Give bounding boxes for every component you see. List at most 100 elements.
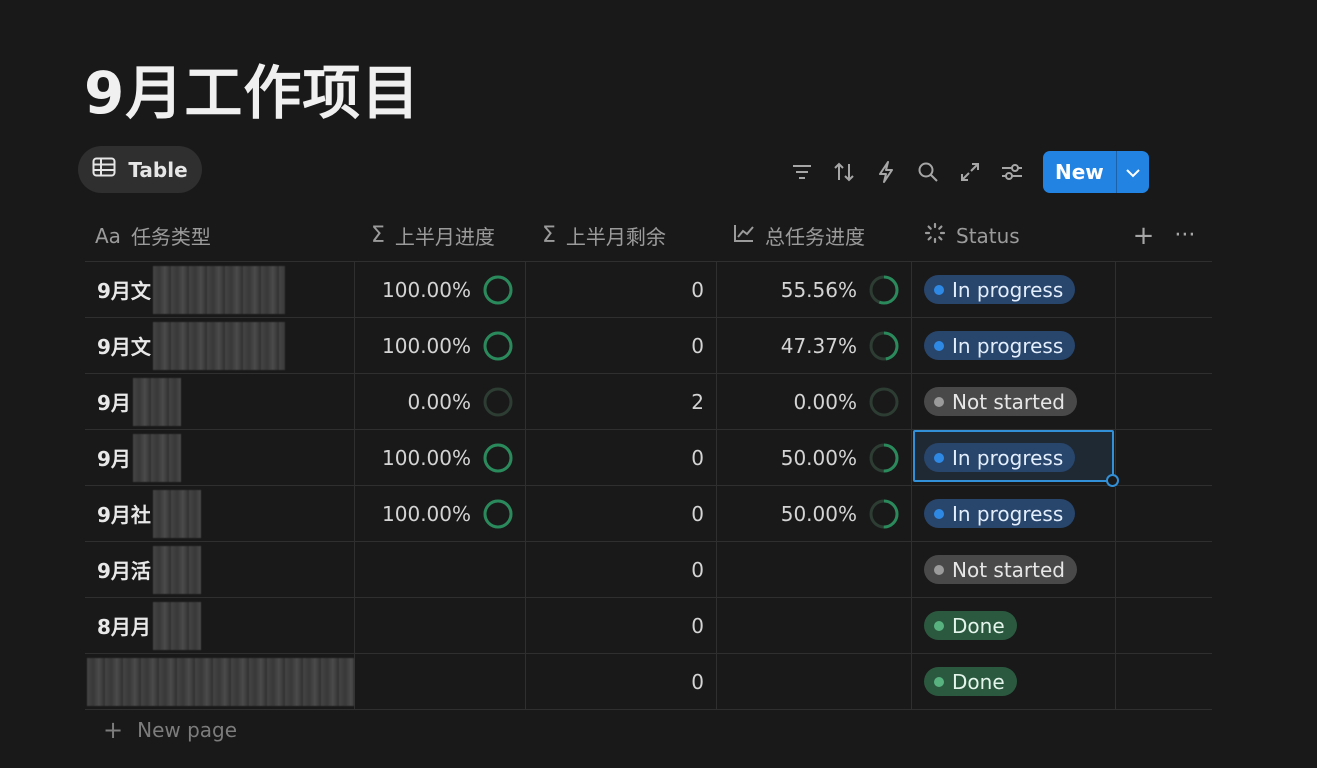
status-badge[interactable]: In progress — [924, 275, 1076, 304]
first-half-remaining-cell[interactable]: 2 — [526, 374, 717, 429]
add-property-icon[interactable]: + — [1133, 221, 1155, 251]
first-half-progress-cell[interactable]: 100.00% — [355, 430, 526, 485]
status-dot-icon — [934, 284, 944, 295]
progress-ring-icon — [483, 499, 513, 528]
empty-cell — [1116, 262, 1212, 317]
column-header-task-type[interactable]: Aa 任务类型 — [85, 210, 355, 261]
status-label: Done — [952, 613, 1005, 638]
task-name-cell[interactable]: 9月文 — [85, 262, 355, 317]
status-cell[interactable]: In progress — [912, 262, 1116, 317]
total-progress-cell[interactable]: 47.37% — [717, 318, 912, 373]
settings-icon[interactable] — [991, 151, 1033, 193]
new-button[interactable]: New — [1043, 151, 1116, 193]
status-badge[interactable]: In progress — [924, 331, 1076, 360]
empty-cell — [1116, 486, 1212, 541]
status-cell[interactable]: Done — [912, 654, 1116, 709]
first-half-remaining-cell[interactable]: 0 — [526, 262, 717, 317]
status-badge[interactable]: In progress — [924, 443, 1076, 472]
table-row[interactable]: 9月活 0 Not started — [85, 542, 1212, 598]
total-progress-value: 55.56% — [780, 277, 857, 302]
plus-icon: + — [103, 716, 124, 744]
sort-icon[interactable] — [823, 151, 865, 193]
total-progress-cell[interactable] — [717, 542, 912, 597]
first-half-progress-value: 100.00% — [382, 501, 471, 526]
progress-ring-icon — [483, 443, 513, 472]
status-badge[interactable]: Done — [924, 667, 1017, 696]
first-half-remaining-cell[interactable]: 0 — [526, 542, 717, 597]
task-name: 9月社 — [97, 503, 151, 527]
empty-cell — [1116, 654, 1212, 709]
status-badge[interactable]: In progress — [924, 499, 1076, 528]
new-dropdown-button[interactable] — [1115, 151, 1149, 193]
automation-icon[interactable] — [865, 151, 907, 193]
remaining-value: 0 — [691, 333, 704, 358]
status-label: In progress — [952, 445, 1064, 470]
table-row[interactable]: 9月 100.00% 0 50.00% In progress — [85, 430, 1212, 487]
view-tab-table[interactable]: Table — [78, 146, 202, 193]
first-half-progress-cell[interactable]: 0.00% — [355, 374, 526, 429]
redacted-text — [87, 657, 354, 706]
first-half-progress-cell[interactable]: 100.00% — [355, 486, 526, 541]
table-row[interactable]: 9月 0.00% 2 0.00% Not started — [85, 374, 1212, 430]
status-dot-icon — [934, 340, 944, 351]
redacted-text — [152, 545, 201, 594]
total-progress-cell[interactable]: 50.00% — [717, 430, 912, 485]
status-dot-icon — [934, 620, 944, 631]
database-toolbar: New — [781, 151, 1149, 193]
first-half-progress-cell[interactable] — [355, 542, 526, 597]
status-badge[interactable]: Not started — [924, 387, 1077, 416]
table-row[interactable]: 0 Done — [85, 654, 1212, 710]
status-cell[interactable]: In progress — [912, 486, 1116, 541]
table-row[interactable]: 8月月 0 Done — [85, 598, 1212, 654]
task-name-cell[interactable]: 9月 — [85, 430, 355, 485]
column-header-status[interactable]: Status — [912, 210, 1116, 261]
page-title: 9月工作项目 — [84, 59, 421, 127]
task-name-cell[interactable]: 9月 — [85, 374, 355, 429]
status-label: Done — [952, 669, 1005, 694]
status-cell[interactable]: Not started — [912, 374, 1116, 429]
task-name-cell[interactable]: 9月社 — [85, 486, 355, 541]
column-header-first-half-progress[interactable]: Σ 上半月进度 — [355, 210, 526, 261]
total-progress-value: 47.37% — [780, 333, 857, 358]
search-icon[interactable] — [907, 151, 949, 193]
total-progress-cell[interactable]: 0.00% — [717, 374, 912, 429]
column-header-total-progress[interactable]: 总任务进度 — [717, 210, 912, 261]
table-row[interactable]: 9月文 100.00% 0 47.37% In progress — [85, 318, 1212, 374]
status-badge[interactable]: Done — [924, 611, 1017, 640]
status-cell[interactable]: Done — [912, 598, 1116, 653]
first-half-remaining-cell[interactable]: 0 — [526, 598, 717, 653]
redacted-text — [132, 433, 181, 482]
task-name-cell[interactable]: 8月月 — [85, 598, 355, 653]
expand-icon[interactable] — [949, 151, 991, 193]
total-progress-cell[interactable]: 55.56% — [717, 262, 912, 317]
total-progress-cell[interactable] — [717, 598, 912, 653]
task-name-cell[interactable] — [85, 654, 355, 709]
remaining-value: 0 — [691, 277, 704, 302]
table-row[interactable]: 9月社 100.00% 0 50.00% In progress — [85, 486, 1212, 542]
status-badge[interactable]: Not started — [924, 555, 1077, 584]
first-half-progress-cell[interactable] — [355, 598, 526, 653]
total-progress-cell[interactable]: 50.00% — [717, 486, 912, 541]
task-name-cell[interactable]: 9月文 — [85, 318, 355, 373]
first-half-remaining-cell[interactable]: 0 — [526, 318, 717, 373]
status-cell[interactable]: Not started — [912, 542, 1116, 597]
total-progress-cell[interactable] — [717, 654, 912, 709]
new-page-button[interactable]: + New page — [103, 716, 237, 744]
column-header-first-half-remaining[interactable]: Σ 上半月剩余 — [526, 210, 717, 261]
first-half-progress-cell[interactable] — [355, 654, 526, 709]
first-half-progress-cell[interactable]: 100.00% — [355, 318, 526, 373]
first-half-remaining-cell[interactable]: 0 — [526, 430, 717, 485]
first-half-remaining-cell[interactable]: 0 — [526, 486, 717, 541]
task-name-cell[interactable]: 9月活 — [85, 542, 355, 597]
table-row[interactable]: 9月文 100.00% 0 55.56% In progress — [85, 262, 1212, 318]
status-label: In progress — [952, 501, 1064, 526]
more-options-icon[interactable]: ··· — [1174, 223, 1195, 248]
progress-ring-icon — [869, 443, 899, 472]
filter-icon[interactable] — [781, 151, 823, 193]
table-header: Aa 任务类型 Σ 上半月进度 Σ 上半月剩余 总任务进度 Status + ·… — [85, 210, 1212, 262]
first-half-remaining-cell[interactable]: 0 — [526, 654, 717, 709]
status-cell[interactable]: In progress — [912, 430, 1119, 487]
first-half-progress-cell[interactable]: 100.00% — [355, 262, 526, 317]
status-label: In progress — [952, 333, 1064, 358]
status-cell[interactable]: In progress — [912, 318, 1116, 373]
